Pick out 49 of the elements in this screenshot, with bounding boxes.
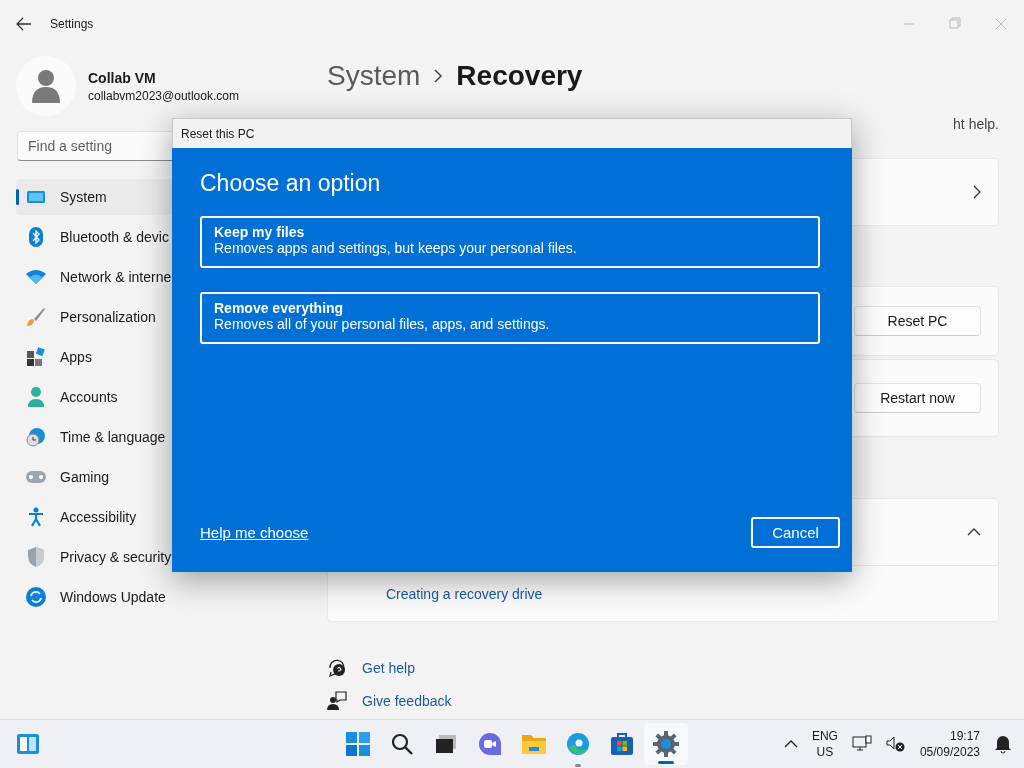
task-view-icon[interactable] xyxy=(435,734,457,754)
description-text: ht help. xyxy=(953,116,999,132)
account-name: Collab VM xyxy=(88,69,157,86)
widgets-icon[interactable] xyxy=(16,733,40,755)
update-icon xyxy=(26,587,46,607)
cancel-button[interactable]: Cancel xyxy=(751,517,840,548)
person-icon xyxy=(27,387,45,407)
store-icon[interactable] xyxy=(610,732,634,756)
bluetooth-icon xyxy=(28,227,44,247)
chevron-up-icon[interactable] xyxy=(783,740,798,748)
chevron-right-icon xyxy=(973,185,981,199)
window-title: Settings xyxy=(50,17,94,31)
accessibility-icon xyxy=(28,507,44,527)
sidebar-item[interactable]: Windows Update xyxy=(16,579,316,615)
muted-speaker-icon[interactable] xyxy=(885,735,906,753)
sidebar-item[interactable]: Time & language xyxy=(16,419,316,455)
restart-now-button[interactable]: Restart now xyxy=(854,383,981,413)
help-icon xyxy=(327,658,347,678)
chat-icon[interactable] xyxy=(478,732,502,756)
shield-icon xyxy=(27,547,45,567)
chevron-right-icon xyxy=(434,69,443,83)
search-icon[interactable] xyxy=(391,733,413,755)
reset-option[interactable]: Keep my files Removes apps and settings, but keeps your personal files. xyxy=(200,216,820,268)
page-title: Recovery xyxy=(456,60,583,92)
brush-icon xyxy=(26,307,46,327)
clock[interactable]: 19:17 05/09/2023 xyxy=(919,728,980,760)
breadcrumb-parent[interactable]: System xyxy=(327,60,421,92)
account-email: collabvm2023@outlook.com xyxy=(88,88,239,103)
help-me-choose-link[interactable]: Help me choose xyxy=(200,524,309,541)
wifi-icon xyxy=(26,270,46,284)
folder-icon[interactable] xyxy=(521,733,547,755)
help-link[interactable]: Give feedback xyxy=(362,693,452,709)
monitor-icon xyxy=(26,189,46,205)
gamepad-icon xyxy=(25,470,47,484)
windows-logo-icon[interactable] xyxy=(346,732,370,756)
apps-icon xyxy=(26,347,46,367)
reset-option[interactable]: Remove everything Removes all of your personal files, apps, and settings. xyxy=(200,292,820,344)
language-indicator[interactable]: ENG US xyxy=(811,728,838,760)
notification-icon[interactable] xyxy=(994,734,1012,754)
reset-pc-button[interactable]: Reset PC xyxy=(854,306,981,336)
sidebar-item[interactable]: Gaming xyxy=(16,459,316,495)
feedback-icon xyxy=(327,691,347,711)
globe-clock-icon xyxy=(26,427,46,447)
sidebar-item[interactable]: Accounts xyxy=(16,379,316,415)
network-icon[interactable] xyxy=(851,735,872,753)
help-link[interactable]: Get help xyxy=(362,660,415,676)
taskbar-button[interactable] xyxy=(644,723,688,765)
recovery-drive-link[interactable]: Creating a recovery drive xyxy=(386,585,543,602)
browser-icon[interactable] xyxy=(566,732,590,756)
